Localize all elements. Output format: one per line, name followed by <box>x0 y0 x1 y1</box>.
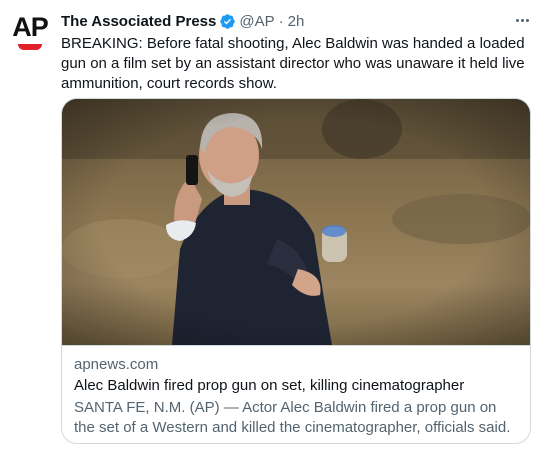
card-domain: apnews.com <box>74 356 159 373</box>
ap-logo-red-bar <box>18 44 42 50</box>
link-card[interactable]: apnews.com Alec Baldwin fired prop gun o… <box>61 98 531 444</box>
tweet-header: The Associated Press @AP · 2h <box>61 11 304 31</box>
avatar[interactable]: AP <box>8 10 52 54</box>
tweet-timestamp[interactable]: 2h <box>288 13 305 30</box>
card-image <box>62 99 530 345</box>
more-options-icon[interactable] <box>512 10 532 30</box>
card-info: apnews.com Alec Baldwin fired prop gun o… <box>62 345 530 443</box>
ap-logo: AP <box>12 12 49 42</box>
card-description: SANTA FE, N.M. (AP) — Actor Alec Baldwin… <box>74 399 511 436</box>
card-title: Alec Baldwin fired prop gun on set, kill… <box>74 377 465 394</box>
author-handle[interactable]: @AP <box>239 13 274 30</box>
tweet-text: BREAKING: Before fatal shooting, Alec Ba… <box>61 35 525 92</box>
author-name[interactable]: The Associated Press <box>61 13 216 30</box>
separator-dot: · <box>278 12 284 30</box>
verified-badge-icon <box>220 13 236 29</box>
